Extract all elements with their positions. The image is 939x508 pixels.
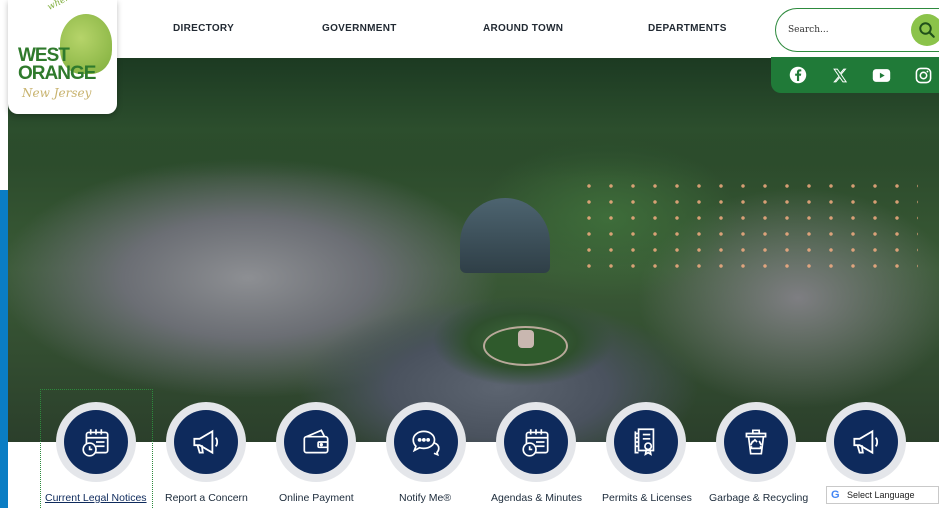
megaphone-icon xyxy=(853,429,879,455)
chat-bubbles-icon xyxy=(412,430,440,457)
google-g-icon: G xyxy=(831,489,840,501)
nav-departments[interactable]: DEPARTMENTS xyxy=(648,23,727,34)
logo-orange: ORANGE xyxy=(18,63,96,84)
quick-link-online-payment[interactable] xyxy=(276,402,356,482)
fountain xyxy=(518,330,534,348)
search-icon xyxy=(919,22,935,38)
instagram-icon[interactable] xyxy=(913,65,933,85)
mansion-dome xyxy=(460,198,550,273)
hero-aerial-photo xyxy=(8,58,939,442)
quick-link-label-report-concern[interactable]: Report a Concern xyxy=(165,492,248,504)
quick-link-garbage-recycling[interactable] xyxy=(716,402,796,482)
quick-link-agendas-minutes[interactable] xyxy=(496,402,576,482)
quick-link-report-concern[interactable] xyxy=(166,402,246,482)
quick-link-label-permits-licenses[interactable]: Permits & Licenses xyxy=(602,492,692,504)
megaphone-icon xyxy=(193,429,219,455)
quick-link-notify-me[interactable] xyxy=(386,402,466,482)
search-input[interactable] xyxy=(788,21,898,39)
quick-link-permits-licenses[interactable] xyxy=(606,402,686,482)
quick-link-legal-notices[interactable] xyxy=(56,402,136,482)
youtube-icon[interactable] xyxy=(871,65,891,85)
left-accent-bar xyxy=(0,190,8,508)
quick-link-label-garbage-recycling[interactable]: Garbage & Recycling xyxy=(709,492,808,504)
garden-lights xyxy=(578,178,918,268)
certificate-icon xyxy=(634,428,655,456)
quick-link-label-online-payment[interactable]: Online Payment xyxy=(279,492,354,504)
quick-link-announcements[interactable] xyxy=(826,402,906,482)
search-button[interactable] xyxy=(911,14,939,46)
calendar-clock-icon xyxy=(522,429,549,457)
nav-directory[interactable]: DIRECTORY xyxy=(173,23,234,34)
logo-new-jersey: New Jersey xyxy=(22,86,92,100)
calendar-clock-icon xyxy=(82,429,109,457)
search-box xyxy=(775,8,939,52)
x-icon[interactable] xyxy=(830,65,850,85)
wallet-icon xyxy=(303,429,329,454)
social-bar xyxy=(771,57,939,93)
language-select-label: Select Language xyxy=(847,490,915,500)
recycling-bin-icon xyxy=(745,429,767,455)
nav-government[interactable]: GOVERNMENT xyxy=(322,23,397,34)
facebook-icon[interactable] xyxy=(788,65,808,85)
quick-link-label-notify-me[interactable]: Notify Me® xyxy=(399,492,451,504)
quick-link-label-agendas-minutes[interactable]: Agendas & Minutes xyxy=(491,492,582,504)
nav-around-town[interactable]: AROUND TOWN xyxy=(483,23,563,34)
west-orange-logo[interactable]: where invention lives WEST ORANGE New Je… xyxy=(8,0,137,114)
site-header: DIRECTORY GOVERNMENT AROUND TOWN DEPARTM… xyxy=(0,0,939,58)
language-select[interactable]: G Select Language xyxy=(826,486,939,504)
quick-link-label-legal-notices[interactable]: Current Legal Notices xyxy=(45,492,147,504)
